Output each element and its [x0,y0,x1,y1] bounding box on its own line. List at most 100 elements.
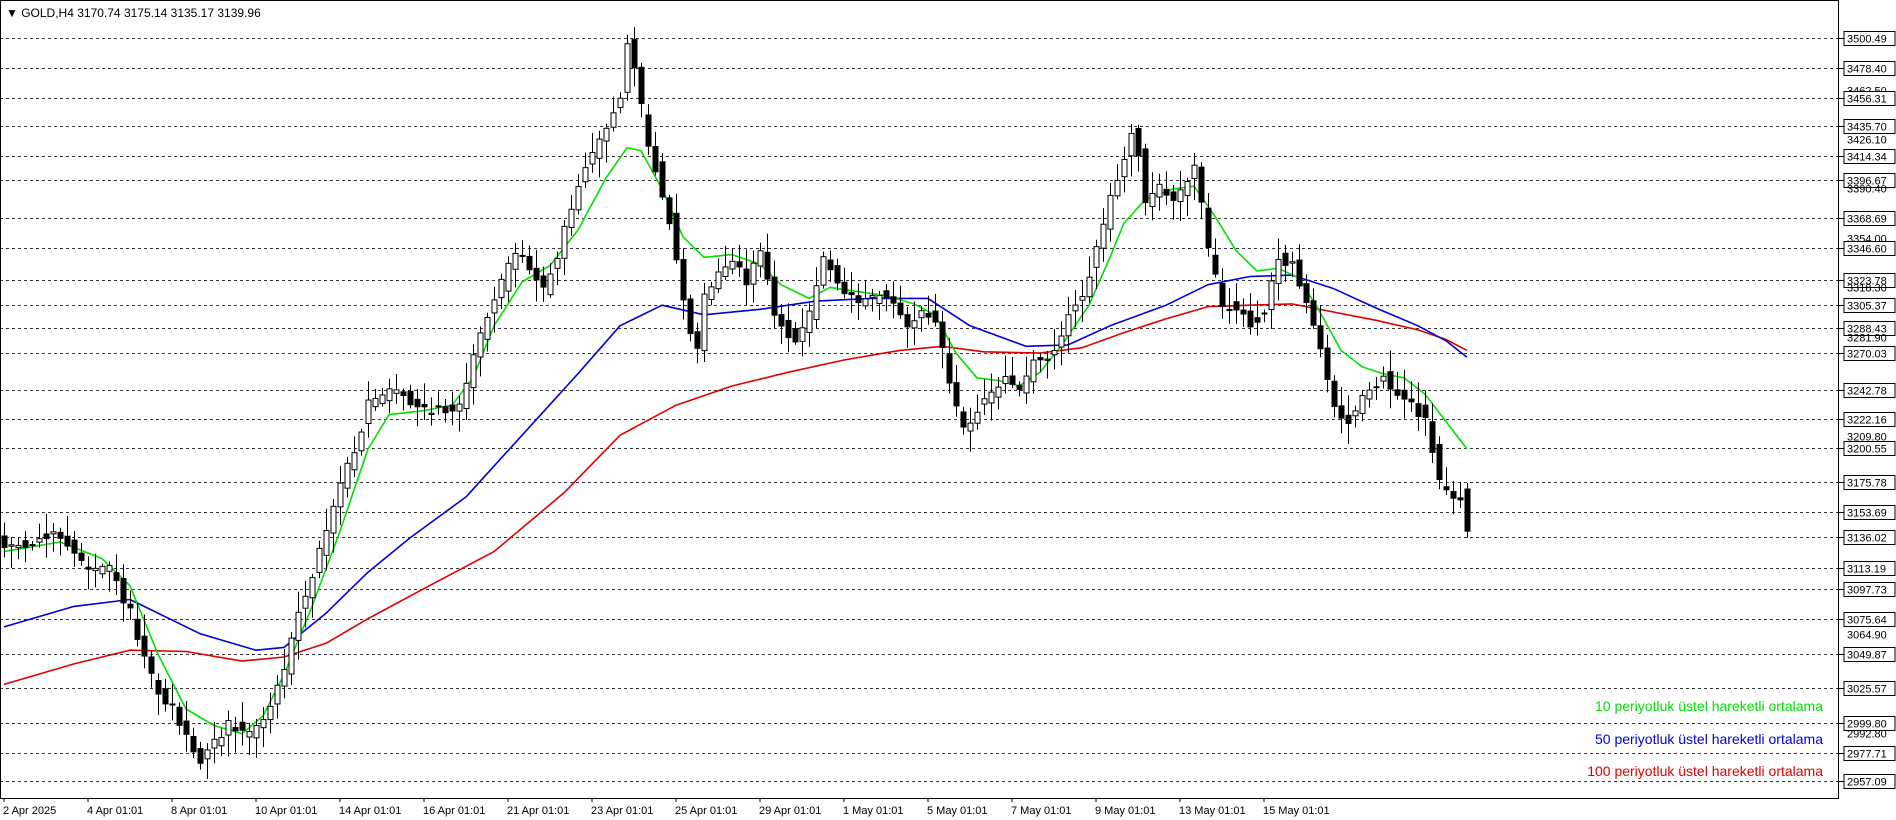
candle-bear [1394,389,1401,396]
price-label: 3478.40 [1847,64,1887,76]
candle-bear [1,535,8,549]
candle-bear [232,726,239,732]
candle-bull [1023,375,1030,394]
candle-bear [29,544,36,547]
candle-bear [442,406,449,414]
candle-bear [22,540,29,548]
candle-bear [771,276,778,316]
candle-bull [995,386,1002,398]
candle-bull [547,273,554,296]
candle-bull [393,389,400,394]
candle-bull [99,565,106,575]
candle-bear [1429,421,1436,453]
candle-bear [778,314,785,327]
candle-bull [456,403,463,412]
candle-bear [1016,384,1023,390]
candle-bull [351,452,358,471]
candle-bull [316,547,323,574]
candle-bear [407,390,414,406]
candle-bull [911,320,918,329]
candle-bear [1303,283,1310,304]
candle-bull [708,286,715,301]
candle-bear [540,275,547,288]
candle-bull [1100,223,1107,249]
candle-bear [1037,357,1044,361]
candle-bear [932,310,939,323]
candle-bull [491,299,498,314]
candle-bull [428,412,435,415]
candle-bear [1296,259,1303,287]
candle-bull [1352,410,1359,417]
candle-bull [1121,158,1128,178]
ema50-line [3,274,1468,652]
candle-bull [484,317,491,340]
candle-bear [897,302,904,316]
candle-bull [204,749,211,760]
candle-bear [141,635,148,657]
time-label: 10 Apr 01:01 [255,805,317,817]
candle-bear [953,382,960,407]
price-label: 3318.30 [1847,283,1887,295]
time-label: 2 Apr 2025 [3,805,56,817]
price-label: 3414.34 [1847,152,1887,164]
candle-bull [918,310,925,319]
price-label: 3222.16 [1847,415,1887,427]
ema100-line [3,303,1468,686]
candle-bull [582,167,589,183]
candle-bull [365,399,372,424]
symbol-header: ▼ GOLD,H4 3170.74 3175.14 3135.17 3139.9… [6,6,261,20]
candle-bull [1114,179,1121,197]
candle-bull [596,138,603,159]
candle-bull [610,112,617,128]
price-label: 3064.90 [1847,630,1887,642]
price-label: 3456.31 [1847,94,1887,106]
time-label: 5 May 01:01 [927,805,988,817]
candle-bear [743,268,750,286]
candle-bull [1072,304,1079,312]
price-label: 3049.87 [1847,650,1887,662]
candle-bear [148,656,155,674]
price-label: 2992.80 [1847,729,1887,741]
candle-bull [876,295,883,304]
time-label: 9 May 01:01 [1095,805,1156,817]
candle-bull [267,705,274,721]
candle-bull [1149,192,1156,207]
candle-bull [1275,258,1282,284]
candle-bear [1436,443,1443,481]
candle-bear [400,391,407,396]
candle-bull [617,97,624,109]
price-label: 3305.37 [1847,301,1887,313]
candle-bull [869,294,876,298]
candle-bull [1373,386,1380,389]
price-label: 3242.78 [1847,386,1887,398]
candle-bear [834,265,841,284]
candle-bear [960,411,967,428]
time-label: 15 May 01:01 [1263,805,1330,817]
candle-bear [883,290,890,299]
candle-bear [169,703,176,706]
candle-bear [71,539,78,554]
candle-bear [1415,403,1422,417]
candle-bull [1051,350,1058,356]
candle-bull [225,720,232,736]
candle-bull [344,462,351,489]
candle-bull [988,391,995,404]
candle-bull [330,505,337,534]
candle-bear [64,535,71,547]
candle-bull [1226,309,1233,312]
candle-bear [848,291,855,296]
candle-bull [463,382,470,410]
candle-bear [1401,389,1408,400]
candle-bull [862,298,869,307]
candle-bull [1002,375,1009,385]
candle-bull [715,271,722,290]
time-label: 7 May 01:01 [1011,805,1072,817]
candle-bull [260,719,267,729]
time-label: 16 Apr 01:01 [423,805,485,817]
legend-ema10: 10 periyotluk üstel hareketli ortalama [1595,698,1823,714]
candle-bear [1135,127,1142,157]
candle-bull [1177,189,1184,203]
candle-bear [1450,491,1457,499]
candle-bear [792,328,799,343]
candle-bull [1058,335,1065,348]
